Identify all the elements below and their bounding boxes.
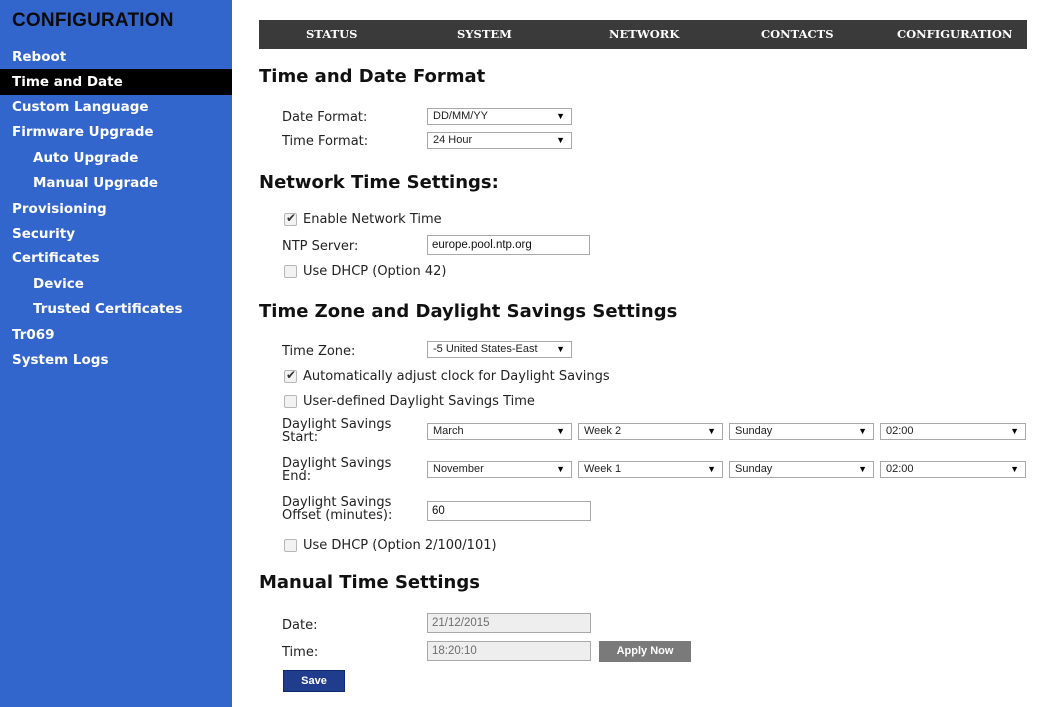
caret-down-icon: ▼: [1010, 426, 1019, 436]
sidebar-item-certificates[interactable]: Certificates: [0, 245, 232, 271]
sidebar-item-manual-upgrade[interactable]: Manual Upgrade: [0, 170, 232, 196]
time-zone-select[interactable]: -5 United States-East ▼: [427, 341, 572, 358]
sidebar-item-tr069[interactable]: Tr069: [0, 322, 232, 348]
ntp-server-input[interactable]: europe.pool.ntp.org: [427, 235, 590, 255]
use-dhcp-option42-checkbox[interactable]: [284, 265, 297, 278]
manual-time-input[interactable]: 18:20:10: [427, 641, 591, 661]
use-dhcp-option42-label: Use DHCP (Option 42): [303, 264, 447, 279]
caret-down-icon: ▼: [556, 344, 565, 354]
sidebar-item-device[interactable]: Device: [0, 271, 232, 297]
sidebar-item-auto-upgrade[interactable]: Auto Upgrade: [0, 145, 232, 171]
caret-down-icon: ▼: [556, 135, 565, 145]
sidebar: CONFIGURATION Reboot Time and Date Custo…: [0, 0, 232, 707]
manual-date-label: Date:: [282, 618, 318, 633]
dst-end-week-value: Week 1: [584, 463, 622, 475]
use-dhcp-option2-checkbox[interactable]: [284, 539, 297, 552]
sidebar-item-system-logs[interactable]: System Logs: [0, 347, 232, 373]
auto-daylight-checkbox[interactable]: ✔: [284, 368, 297, 383]
apply-now-button[interactable]: Apply Now: [599, 641, 691, 662]
time-zone-value: -5 United States-East: [433, 343, 538, 355]
dst-start-month-select[interactable]: March ▼: [427, 423, 572, 440]
enable-network-time-checkbox[interactable]: ✔: [284, 211, 297, 226]
caret-down-icon: ▼: [858, 426, 867, 436]
tab-system[interactable]: SYSTEM: [457, 20, 512, 49]
sidebar-item-reboot[interactable]: Reboot: [0, 44, 232, 70]
sidebar-item-trusted-certificates[interactable]: Trusted Certificates: [0, 296, 232, 322]
time-format-select[interactable]: 24 Hour ▼: [427, 132, 572, 149]
dst-end-time-value: 02:00: [886, 463, 914, 475]
caret-down-icon: ▼: [858, 464, 867, 474]
sidebar-item-provisioning[interactable]: Provisioning: [0, 196, 232, 222]
section-title-manual: Manual Time Settings: [259, 572, 480, 593]
save-button[interactable]: Save: [283, 670, 345, 692]
dst-end-day-select[interactable]: Sunday ▼: [729, 461, 874, 478]
date-format-label: Date Format:: [282, 110, 368, 125]
top-navigation: STATUS SYSTEM NETWORK CONTACTS CONFIGURA…: [259, 20, 1027, 49]
ntp-server-label: NTP Server:: [282, 239, 359, 254]
dst-end-month-value: November: [433, 463, 484, 475]
date-format-value: DD/MM/YY: [433, 110, 488, 122]
dst-start-time-value: 02:00: [886, 425, 914, 437]
user-defined-dst-label: User-defined Daylight Savings Time: [303, 394, 535, 409]
checkmark-icon: ✔: [286, 211, 297, 225]
caret-down-icon: ▼: [1010, 464, 1019, 474]
caret-down-icon: ▼: [707, 464, 716, 474]
date-format-select[interactable]: DD/MM/YY ▼: [427, 108, 572, 125]
dst-start-week-value: Week 2: [584, 425, 622, 437]
time-format-value: 24 Hour: [433, 134, 473, 146]
tab-status[interactable]: STATUS: [306, 20, 357, 49]
dst-end-month-select[interactable]: November ▼: [427, 461, 572, 478]
manual-time-label: Time:: [282, 645, 319, 660]
user-defined-dst-checkbox[interactable]: [284, 395, 297, 408]
auto-daylight-label: Automatically adjust clock for Daylight …: [303, 369, 610, 384]
use-dhcp-option2-label: Use DHCP (Option 2/100/101): [303, 538, 497, 553]
dst-start-time-select[interactable]: 02:00 ▼: [880, 423, 1026, 440]
sidebar-item-custom-language[interactable]: Custom Language: [0, 94, 232, 120]
dst-start-label: Daylight Savings Start:: [282, 417, 392, 445]
sidebar-item-firmware-upgrade[interactable]: Firmware Upgrade: [0, 119, 232, 145]
section-title-format: Time and Date Format: [259, 66, 486, 87]
caret-down-icon: ▼: [556, 111, 565, 121]
dst-offset-input[interactable]: 60: [427, 501, 591, 521]
dst-end-week-select[interactable]: Week 1 ▼: [578, 461, 723, 478]
caret-down-icon: ▼: [556, 464, 565, 474]
caret-down-icon: ▼: [707, 426, 716, 436]
manual-date-input[interactable]: 21/12/2015: [427, 613, 591, 633]
section-title-timezone: Time Zone and Daylight Savings Settings: [259, 301, 678, 322]
dst-end-label: Daylight Savings End:: [282, 456, 392, 484]
dst-start-day-value: Sunday: [735, 425, 773, 437]
time-zone-label: Time Zone:: [282, 344, 356, 359]
tab-configuration[interactable]: CONFIGURATION: [897, 20, 1012, 49]
dst-start-day-select[interactable]: Sunday ▼: [729, 423, 874, 440]
dst-start-month-value: March: [433, 425, 464, 437]
sidebar-item-time-and-date[interactable]: Time and Date: [0, 69, 232, 95]
dst-end-day-value: Sunday: [735, 463, 773, 475]
tab-contacts[interactable]: CONTACTS: [761, 20, 834, 49]
enable-network-time-label: Enable Network Time: [303, 212, 442, 227]
dst-end-time-select[interactable]: 02:00 ▼: [880, 461, 1026, 478]
checkmark-icon: ✔: [286, 368, 297, 382]
dst-offset-label: Daylight Savings Offset (minutes):: [282, 495, 393, 523]
time-format-label: Time Format:: [282, 134, 369, 149]
sidebar-title: CONFIGURATION: [12, 10, 174, 31]
sidebar-item-security[interactable]: Security: [0, 221, 232, 247]
dst-start-week-select[interactable]: Week 2 ▼: [578, 423, 723, 440]
caret-down-icon: ▼: [556, 426, 565, 436]
tab-network[interactable]: NETWORK: [609, 20, 679, 49]
section-title-ntp: Network Time Settings:: [259, 172, 499, 193]
